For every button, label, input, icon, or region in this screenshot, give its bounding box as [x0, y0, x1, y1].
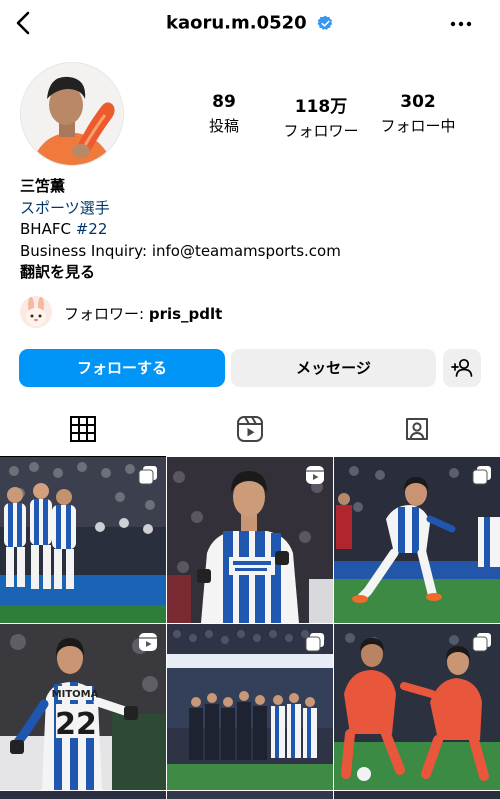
post-thumbnail[interactable]: MITOMA 22 — [0, 624, 166, 790]
followed-by-text: フォロワー: pris_pdlt — [64, 303, 222, 324]
avatar-photo — [21, 63, 123, 165]
verified-badge-icon — [317, 15, 333, 30]
follow-button[interactable]: フォローする — [19, 349, 225, 387]
bio-inquiry: Business Inquiry: info@teamamsports.com — [20, 241, 341, 260]
reels-icon — [306, 466, 324, 484]
tab-tagged[interactable] — [334, 405, 500, 457]
bio-club-line: BHAFC #22 — [20, 219, 480, 241]
stat-following-number: 302 — [400, 92, 436, 112]
top-bar: kaoru.m.0520 — [0, 0, 500, 46]
username-text: kaoru.m.0520 — [166, 12, 307, 34]
profile-username: kaoru.m.0520 — [0, 12, 500, 34]
follower-avatar — [20, 296, 52, 328]
reels-icon — [139, 633, 157, 651]
stat-posts-label: 投稿 — [208, 117, 239, 135]
carousel-icon — [138, 466, 157, 485]
tab-posts-grid[interactable] — [0, 405, 166, 457]
followed-by-prefix: フォロワー: — [64, 305, 145, 323]
post-thumbnail[interactable] — [0, 457, 166, 623]
tab-reels[interactable] — [167, 405, 333, 457]
translate-link[interactable]: 翻訳を見る — [20, 262, 480, 284]
profile-tabs — [0, 405, 500, 457]
followed-by-row[interactable]: フォロワー: pris_pdlt — [20, 296, 480, 330]
grid-icon — [70, 416, 96, 442]
post-thumbnail-partial[interactable] — [334, 791, 500, 799]
bio-hashtag-link[interactable]: #22 — [76, 220, 108, 238]
stat-followers-number: 118万 — [294, 97, 348, 117]
followed-by-username[interactable]: pris_pdlt — [149, 305, 223, 323]
post-thumbnail-partial[interactable] — [0, 791, 166, 799]
stat-following-label: フォロー中 — [380, 117, 456, 135]
stat-followers-label: フォロワー — [283, 122, 359, 140]
stat-posts-number: 89 — [212, 92, 236, 112]
carousel-icon — [305, 633, 324, 652]
post-thumbnail[interactable] — [334, 624, 500, 790]
message-button[interactable]: メッセージ — [231, 349, 436, 387]
jersey-number: 22 — [55, 707, 97, 742]
post-thumbnail[interactable] — [167, 457, 333, 623]
post-thumbnail-partial[interactable] — [167, 791, 333, 799]
tagged-icon — [406, 418, 428, 440]
stat-posts[interactable]: 89 投稿 — [174, 92, 274, 136]
carousel-icon — [472, 466, 491, 485]
reels-icon — [237, 416, 263, 442]
add-person-icon — [451, 358, 473, 377]
post-grid: MITOMA 22 — [0, 457, 500, 799]
svg-text:MITOMA: MITOMA — [52, 689, 99, 700]
carousel-icon — [472, 633, 491, 652]
profile-bio: 三笘薫 スポーツ選手 BHAFC #22 Business Inquiry: i… — [20, 176, 480, 284]
post-thumbnail[interactable] — [167, 624, 333, 790]
bio-club: BHAFC — [20, 220, 71, 238]
stat-followers[interactable]: 118万 フォロワー — [271, 92, 371, 141]
profile-category: スポーツ選手 — [20, 198, 110, 217]
more-horizontal-icon[interactable] — [450, 14, 472, 34]
profile-name: 三笘薫 — [20, 177, 66, 195]
add-user-button[interactable] — [443, 349, 481, 387]
post-thumbnail[interactable] — [334, 457, 500, 623]
bunny-avatar-icon — [20, 296, 52, 328]
profile-avatar[interactable] — [20, 62, 124, 166]
stat-following[interactable]: 302 フォロー中 — [368, 92, 468, 136]
